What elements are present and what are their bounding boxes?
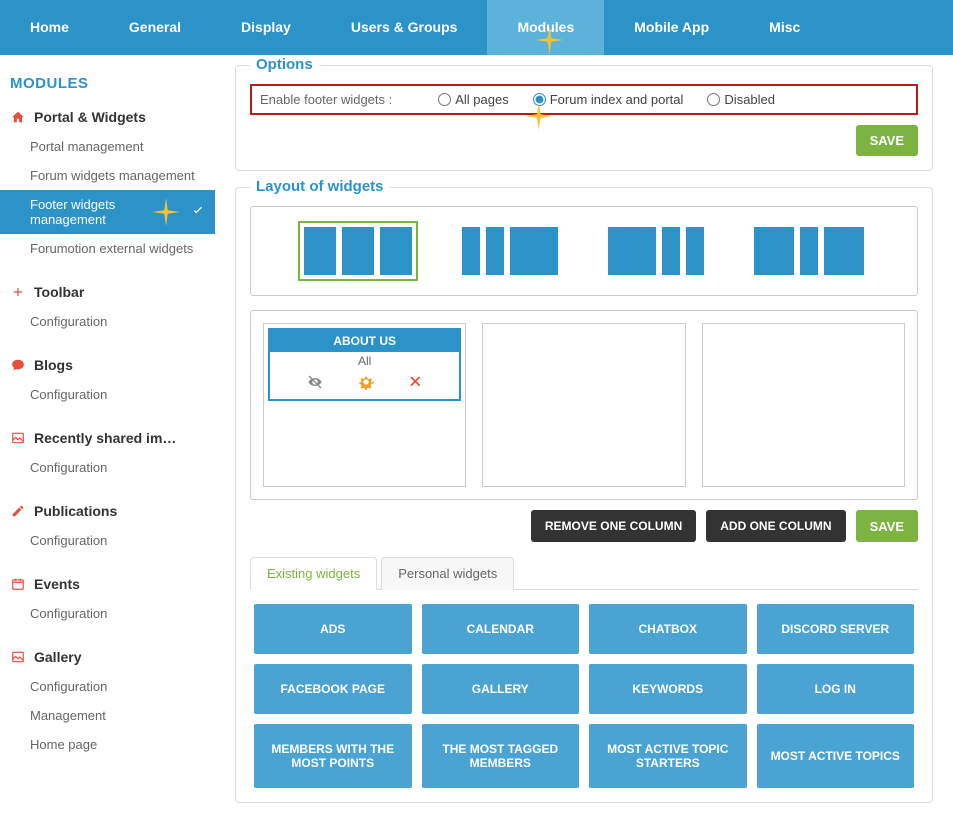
sidebar: MODULES Portal & Widgets Portal manageme… bbox=[0, 55, 215, 829]
radio-disabled[interactable]: Disabled bbox=[707, 92, 775, 107]
widget-tile-most-tagged[interactable]: THE MOST TAGGED MEMBERS bbox=[422, 724, 580, 788]
options-panel: Options Enable footer widgets : All page… bbox=[235, 65, 933, 171]
sidebar-item-footer-widgets[interactable]: Footer widgets management bbox=[0, 190, 215, 234]
sidebar-item-forum-widgets[interactable]: Forum widgets management bbox=[0, 161, 215, 190]
tab-personal-widgets[interactable]: Personal widgets bbox=[381, 557, 514, 590]
widget-tile-active-starters[interactable]: MOST ACTIVE TOPIC STARTERS bbox=[589, 724, 747, 788]
sidebar-item-events-config[interactable]: Configuration bbox=[0, 599, 215, 628]
tab-existing-widgets[interactable]: Existing widgets bbox=[250, 557, 377, 590]
sidebar-head-blogs[interactable]: Blogs bbox=[0, 350, 215, 380]
widget-zone-2[interactable] bbox=[482, 323, 685, 487]
remove-column-button[interactable]: REMOVE ONE COLUMN bbox=[531, 510, 696, 542]
widget-drop-zones: ABOUT US All bbox=[250, 310, 918, 500]
widget-about-us[interactable]: ABOUT US All bbox=[268, 328, 461, 401]
sidebar-item-blogs-config[interactable]: Configuration bbox=[0, 380, 215, 409]
sidebar-item-gallery-config[interactable]: Configuration bbox=[0, 672, 215, 701]
existing-widgets-grid: ADS CALENDAR CHATBOX DISCORD SERVER FACE… bbox=[250, 590, 918, 788]
options-title: Options bbox=[250, 56, 319, 73]
delete-icon[interactable] bbox=[408, 374, 422, 393]
widget-tile-facebook[interactable]: FACEBOOK PAGE bbox=[254, 664, 412, 714]
image-icon bbox=[10, 649, 26, 665]
sidebar-section-publications: Publications Configuration bbox=[0, 496, 215, 555]
enable-footer-label: Enable footer widgets : bbox=[260, 92, 392, 107]
layout-preset-3[interactable] bbox=[602, 221, 710, 281]
sidebar-head-publications[interactable]: Publications bbox=[0, 496, 215, 526]
widget-tile-calendar[interactable]: CALENDAR bbox=[422, 604, 580, 654]
plus-icon bbox=[10, 284, 26, 300]
main-content: Options Enable footer widgets : All page… bbox=[215, 55, 953, 829]
widget-tile-most-points[interactable]: MEMBERS WITH THE MOST POINTS bbox=[254, 724, 412, 788]
radio-forum-index-portal[interactable]: Forum index and portal bbox=[533, 92, 684, 107]
nav-users-groups[interactable]: Users & Groups bbox=[321, 0, 488, 55]
calendar-icon bbox=[10, 576, 26, 592]
image-icon bbox=[10, 430, 26, 446]
radio-all-pages[interactable]: All pages bbox=[438, 92, 508, 107]
eye-off-icon[interactable] bbox=[307, 374, 323, 393]
sidebar-item-recently-shared-config[interactable]: Configuration bbox=[0, 453, 215, 482]
sidebar-title: MODULES bbox=[0, 65, 215, 102]
sidebar-section-toolbar: Toolbar Configuration bbox=[0, 277, 215, 336]
sidebar-section-events: Events Configuration bbox=[0, 569, 215, 628]
pencil-icon bbox=[10, 503, 26, 519]
layout-title: Layout of widgets bbox=[250, 178, 390, 195]
widget-tile-discord[interactable]: DISCORD SERVER bbox=[757, 604, 915, 654]
add-column-button[interactable]: ADD ONE COLUMN bbox=[706, 510, 845, 542]
sidebar-section-gallery: Gallery Configuration Management Home pa… bbox=[0, 642, 215, 759]
sidebar-section-recently-shared: Recently shared im… Configuration bbox=[0, 423, 215, 482]
gear-icon[interactable] bbox=[358, 374, 374, 393]
top-nav: Home General Display Users & Groups Modu… bbox=[0, 0, 953, 55]
nav-misc[interactable]: Misc bbox=[739, 0, 830, 55]
layout-preset-1[interactable] bbox=[298, 221, 418, 281]
options-save-button[interactable]: SAVE bbox=[856, 125, 918, 156]
sidebar-item-toolbar-config[interactable]: Configuration bbox=[0, 307, 215, 336]
sidebar-section-blogs: Blogs Configuration bbox=[0, 350, 215, 409]
chat-icon bbox=[10, 357, 26, 373]
widget-tile-keywords[interactable]: KEYWORDS bbox=[589, 664, 747, 714]
sidebar-section-portal-widgets: Portal & Widgets Portal management Forum… bbox=[0, 102, 215, 263]
nav-general[interactable]: General bbox=[99, 0, 211, 55]
nav-home[interactable]: Home bbox=[0, 0, 99, 55]
sidebar-head-toolbar[interactable]: Toolbar bbox=[0, 277, 215, 307]
sidebar-item-gallery-homepage[interactable]: Home page bbox=[0, 730, 215, 759]
sidebar-head-events[interactable]: Events bbox=[0, 569, 215, 599]
sidebar-head-recently-shared[interactable]: Recently shared im… bbox=[0, 423, 215, 453]
widget-title: ABOUT US bbox=[270, 330, 459, 352]
nav-mobile-app[interactable]: Mobile App bbox=[604, 0, 739, 55]
sidebar-item-gallery-management[interactable]: Management bbox=[0, 701, 215, 730]
sidebar-item-portal-management[interactable]: Portal management bbox=[0, 132, 215, 161]
layout-panel: Layout of widgets bbox=[235, 187, 933, 803]
widget-meta: All bbox=[270, 352, 459, 370]
enable-footer-widgets-row: Enable footer widgets : All pages Forum … bbox=[250, 84, 918, 115]
layout-save-button[interactable]: SAVE bbox=[856, 510, 918, 542]
layout-presets bbox=[250, 206, 918, 296]
widget-zone-3[interactable] bbox=[702, 323, 905, 487]
sidebar-item-publications-config[interactable]: Configuration bbox=[0, 526, 215, 555]
sidebar-item-forumotion-external[interactable]: Forumotion external widgets bbox=[0, 234, 215, 263]
layout-preset-4[interactable] bbox=[748, 221, 870, 281]
widget-tile-login[interactable]: LOG IN bbox=[757, 664, 915, 714]
home-icon bbox=[10, 109, 26, 125]
layout-preset-2[interactable] bbox=[456, 221, 564, 281]
widget-tile-gallery[interactable]: GALLERY bbox=[422, 664, 580, 714]
check-icon bbox=[191, 204, 205, 221]
sidebar-head-gallery[interactable]: Gallery bbox=[0, 642, 215, 672]
widget-tabs: Existing widgets Personal widgets bbox=[250, 556, 918, 590]
sidebar-head-portal-widgets[interactable]: Portal & Widgets bbox=[0, 102, 215, 132]
nav-display[interactable]: Display bbox=[211, 0, 321, 55]
nav-modules[interactable]: Modules bbox=[487, 0, 604, 55]
widget-tile-ads[interactable]: ADS bbox=[254, 604, 412, 654]
widget-tile-active-topics[interactable]: MOST ACTIVE TOPICS bbox=[757, 724, 915, 788]
widget-zone-1[interactable]: ABOUT US All bbox=[263, 323, 466, 487]
widget-tile-chatbox[interactable]: CHATBOX bbox=[589, 604, 747, 654]
